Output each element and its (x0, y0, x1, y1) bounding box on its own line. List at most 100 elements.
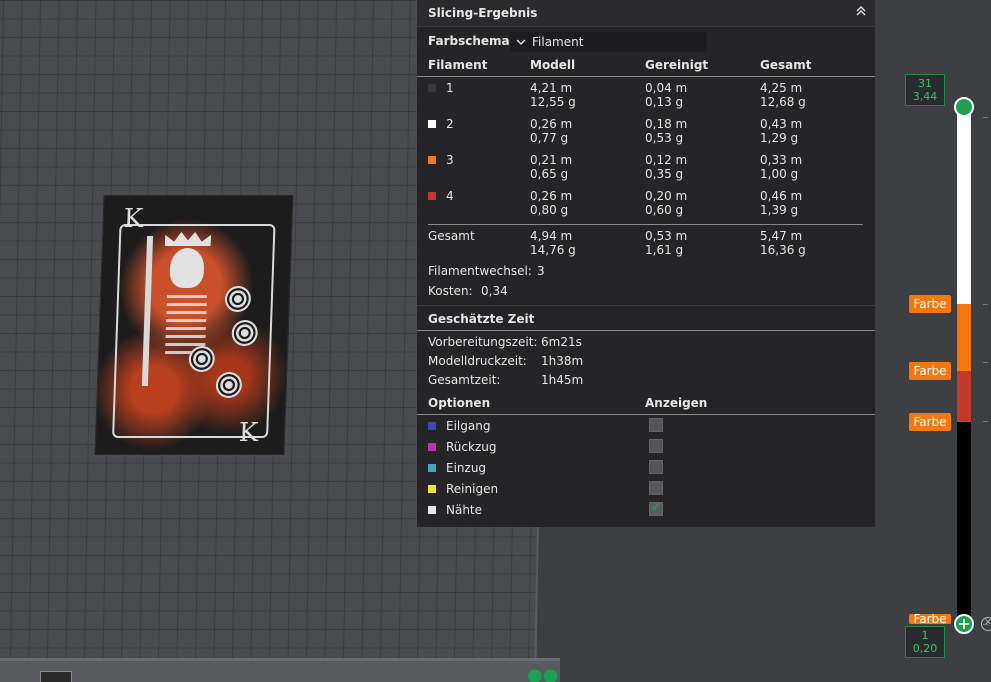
color-swatch (428, 120, 436, 128)
ribcage-shape (164, 294, 208, 354)
farbschema-label: Farbschema (428, 34, 510, 48)
slider-segment-white (957, 110, 971, 304)
zeit-label: Modelldruckzeit: (428, 354, 527, 368)
slider-tick (983, 117, 988, 118)
plate-tab (40, 671, 72, 682)
option-checkbox[interactable] (649, 439, 663, 453)
modell-weight: 0,65 g (530, 167, 569, 181)
divider (417, 76, 875, 77)
option-checkbox[interactable] (649, 460, 663, 474)
gereinigt-weight: 0,13 g (645, 95, 684, 109)
kosten-value: 0,34 (481, 284, 508, 298)
filament-id: 1 (446, 81, 454, 95)
panel-header[interactable]: Slicing-Ergebnis (417, 0, 875, 27)
modell-length: 4,21 m (530, 81, 573, 95)
card-letter-bottom: K (238, 418, 259, 448)
divider (428, 224, 863, 225)
slider-tick (983, 362, 988, 363)
close-icon[interactable]: ✕ (981, 617, 991, 631)
divider (417, 414, 875, 415)
axis-indicator-icon: ●● (527, 665, 559, 682)
farbe-marker[interactable]: Farbe (909, 295, 951, 313)
zeit-value: 6m21s (541, 335, 582, 349)
layer-slider-track[interactable] (957, 110, 971, 625)
kosten-label: Kosten: (428, 284, 473, 298)
color-swatch (428, 156, 436, 164)
color-swatch (428, 464, 436, 472)
zeit-label: Vorbereitungszeit: (428, 335, 538, 349)
top-slider-handle[interactable] (954, 97, 974, 117)
bottom-layer-readout: 1 0,20 (905, 626, 945, 658)
option-checkbox[interactable] (649, 481, 663, 495)
gesamt-length: 0,46 m (760, 189, 803, 203)
col-header-modell: Modell (530, 58, 576, 72)
gesamt-length: 0,33 m (760, 153, 803, 167)
zeit-title: Geschätzte Zeit (428, 312, 535, 326)
top-layer-number: 31 (918, 77, 932, 90)
top-layer-readout: 31 3,44 (905, 74, 945, 106)
col-header-gereinigt: Gereinigt (645, 58, 709, 72)
card-letter-top: K (123, 204, 144, 234)
option-label: Reinigen (446, 482, 499, 496)
option-label: Einzug (446, 461, 487, 475)
option-checkbox[interactable] (649, 418, 663, 432)
gesamt-length: 0,43 m (760, 117, 803, 131)
anzeigen-header: Anzeigen (645, 396, 708, 410)
option-checkbox-checked[interactable] (649, 500, 663, 516)
col-header-gesamt: Gesamt (760, 58, 812, 72)
gesamt-weight: 12,68 g (760, 95, 806, 109)
gereinigt-weight: 0,35 g (645, 167, 684, 181)
total-gereinigt-length: 0,53 m (645, 229, 688, 243)
color-swatch (428, 84, 436, 92)
bottom-slider-handle[interactable] (954, 614, 974, 634)
filamentwechsel-value: 3 (537, 264, 545, 278)
gesamt-length: 4,25 m (760, 81, 803, 95)
chevron-up-double-icon[interactable] (853, 0, 869, 26)
color-swatch (428, 192, 436, 200)
gereinigt-length: 0,18 m (645, 117, 688, 131)
chevron-down-icon (516, 32, 532, 52)
filament-id: 4 (446, 189, 454, 203)
farbe-marker[interactable]: Farbe (909, 413, 951, 431)
modell-weight: 0,80 g (530, 203, 569, 217)
farbe-marker[interactable]: Farbe (909, 362, 951, 380)
gereinigt-length: 0,20 m (645, 189, 688, 203)
model-preview[interactable]: K K (94, 195, 294, 455)
gesamt-weight: 1,00 g (760, 167, 799, 181)
gereinigt-length: 0,04 m (645, 81, 688, 95)
slider-segment-orange (957, 304, 971, 371)
farbschema-select[interactable]: Filament (510, 32, 707, 52)
gereinigt-weight: 0,60 g (645, 203, 684, 217)
panel-title: Slicing-Ergebnis (428, 6, 538, 20)
modell-length: 0,26 m (530, 117, 573, 131)
color-swatch (428, 506, 436, 514)
zeit-label: Gesamtzeit: (428, 373, 501, 387)
bottom-layer-number: 1 (921, 629, 929, 642)
modell-length: 0,21 m (530, 153, 573, 167)
total-modell-weight: 14,76 g (530, 243, 576, 257)
slider-segment-red (957, 371, 971, 422)
slider-tick (983, 421, 988, 422)
bottom-layer-height: 0,20 (912, 642, 938, 655)
option-label: Rückzug (446, 440, 497, 454)
filament-id: 2 (446, 117, 454, 131)
plate-edge (0, 658, 560, 682)
modell-weight: 0,77 g (530, 131, 569, 145)
divider (417, 330, 875, 331)
slider-segment-black (957, 422, 971, 625)
gesamt-weight: 1,39 g (760, 203, 799, 217)
gereinigt-weight: 0,53 g (645, 131, 684, 145)
option-label: Nähte (446, 503, 483, 517)
optionen-header: Optionen (428, 396, 491, 410)
zeit-value: 1h38m (541, 354, 584, 368)
color-swatch (428, 485, 436, 493)
gereinigt-length: 0,12 m (645, 153, 688, 167)
filamentwechsel-label: Filamentwechsel: (428, 264, 532, 278)
total-label: Gesamt (428, 229, 475, 243)
slider-tick (983, 304, 988, 305)
skull-shape (169, 248, 205, 288)
divider (417, 305, 875, 306)
farbschema-value: Filament (532, 35, 584, 49)
farbe-marker[interactable]: Farbe (909, 614, 951, 624)
slicing-result-panel: Slicing-Ergebnis Farbschema Filament Fil… (417, 0, 875, 527)
